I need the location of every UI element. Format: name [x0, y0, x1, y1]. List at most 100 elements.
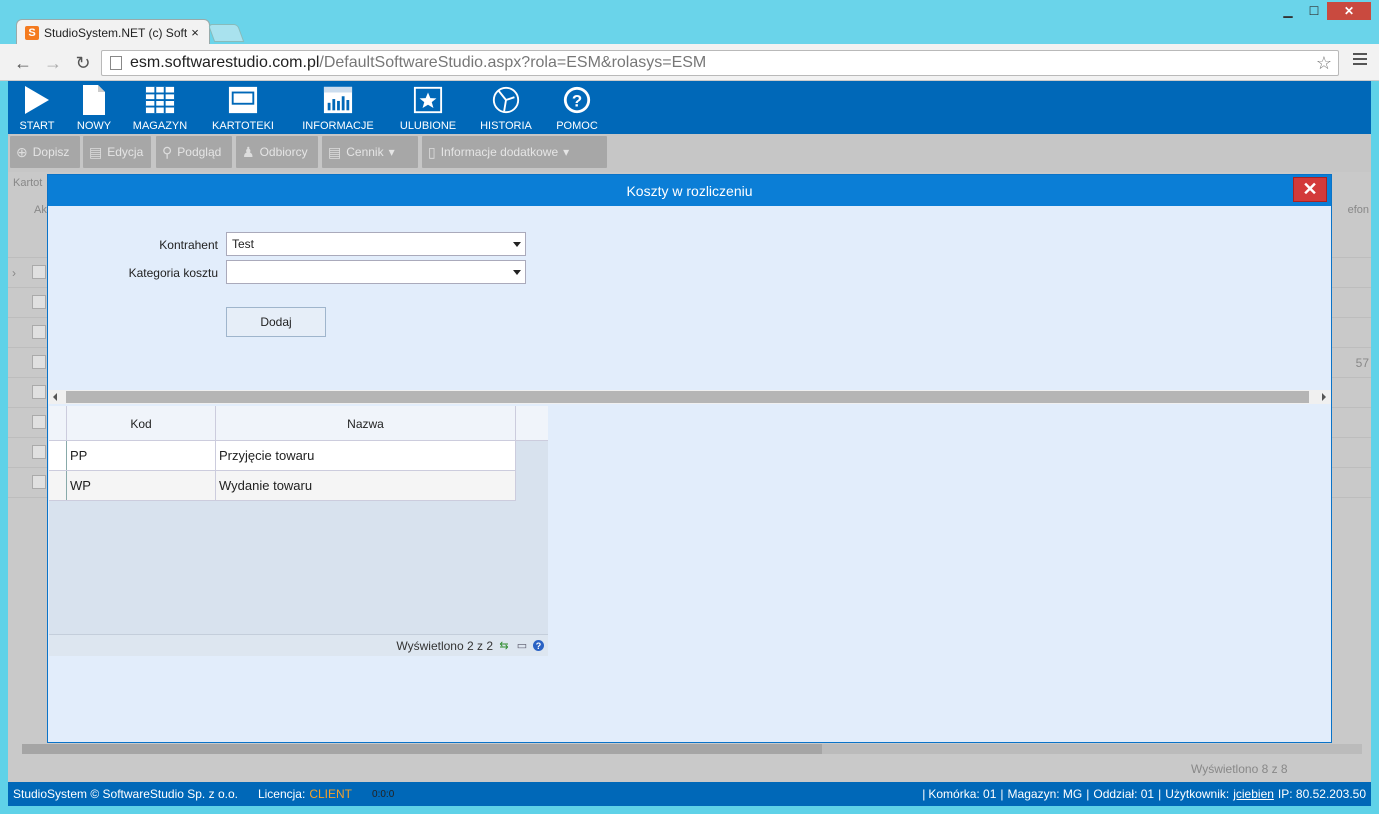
background-footer: Wyświetlono 8 z 8	[1191, 762, 1288, 776]
edycja-button[interactable]: ▤ Edycja	[83, 136, 151, 168]
plus-circle-icon: ⊕	[16, 143, 28, 160]
contractor-label: Kontrahent	[159, 238, 218, 252]
checkbox[interactable]	[32, 325, 46, 339]
document-icon	[79, 85, 109, 115]
license-label: Licencja:	[257, 787, 306, 801]
minimize-icon[interactable]: ▁	[1275, 2, 1301, 20]
table-row[interactable]: WP Wydanie towaru	[49, 471, 516, 501]
contractor-select[interactable]: Test	[226, 232, 526, 256]
nav-informacje[interactable]: INFORMACJE	[288, 81, 388, 134]
row-indicator	[49, 441, 67, 470]
forward-arrow-icon[interactable]: →	[42, 52, 64, 74]
podglad-label: Podgląd	[177, 145, 222, 159]
url-host: esm.softwarestudio.com.pl	[130, 54, 320, 71]
nav-kartoteki-label: KARTOTEKI	[212, 120, 274, 132]
dopisz-button[interactable]: ⊕ Dopisz	[10, 136, 80, 168]
nav-kartoteki[interactable]: KARTOTEKI	[198, 81, 288, 134]
info-button[interactable]: ▯ Informacje dodatkowe ▾	[422, 136, 607, 168]
dopisz-label: Dopisz	[32, 145, 70, 159]
bookmark-star-icon[interactable]: ☆	[1316, 53, 1332, 74]
maximize-icon[interactable]: ☐	[1301, 2, 1327, 20]
checkbox[interactable]	[32, 265, 46, 279]
category-select[interactable]	[226, 260, 526, 284]
checkbox[interactable]	[32, 295, 46, 309]
checkbox[interactable]	[32, 355, 46, 369]
cennik-button[interactable]: ▤ Cennik ▾	[322, 136, 418, 168]
status-bar: StudioSystem © SoftwareStudio Sp. z o.o.…	[8, 782, 1371, 806]
back-arrow-icon[interactable]: ←	[12, 52, 34, 74]
ip-info: IP: 80.52.203.50	[1277, 787, 1366, 801]
edit-icon: ▤	[89, 143, 103, 160]
nav-ulubione[interactable]: ULUBIONE	[388, 81, 468, 134]
checkbox[interactable]	[32, 445, 46, 459]
nav-start[interactable]: START	[8, 81, 66, 134]
nav-magazyn-label: MAGAZYN	[132, 120, 188, 132]
checkbox[interactable]	[32, 415, 46, 429]
browser-menu-icon[interactable]	[1353, 53, 1367, 67]
modal-close-button[interactable]: ✕	[1293, 177, 1327, 202]
grid-header-nazwa[interactable]: Nazwa	[216, 406, 516, 441]
nav-magazyn[interactable]: MAGAZYN	[122, 81, 198, 134]
window-controls: ▁ ☐ ✕	[1275, 2, 1371, 20]
time: 0:0:0	[372, 788, 395, 800]
person-icon: ♟	[242, 143, 255, 160]
reload-icon[interactable]: ↻	[72, 52, 94, 74]
refresh-icon[interactable]: ⇆	[497, 639, 511, 653]
app-toolbar: ⊕ Dopisz ▤ Edycja ⚲ Podgląd ♟ Odbiorcy ▤ Cenn…	[8, 134, 1371, 172]
help-icon[interactable]: ?	[533, 640, 544, 651]
scroll-thumb[interactable]	[66, 391, 1309, 403]
cell-nazwa: Przyjęcie towaru	[216, 441, 516, 470]
magnifier-icon: ⚲	[162, 143, 173, 160]
url-path: /DefaultSoftwareStudio.aspx?rola=ESM&rol…	[319, 54, 707, 71]
grid-count: Wyświetlono 2 z 2	[396, 638, 493, 653]
new-tab-button[interactable]	[207, 24, 245, 42]
grid-header-indicator	[49, 406, 67, 441]
browser-toolbar: ← → ↻ esm.softwarestudio.com.pl/DefaultS…	[0, 44, 1379, 81]
window-close-icon[interactable]: ✕	[1327, 2, 1371, 20]
grid-header: Kod Nazwa	[49, 406, 548, 441]
scroll-right-icon[interactable]	[1322, 393, 1326, 401]
nav-pomoc-label: POMOC	[556, 120, 598, 132]
horizontal-scrollbar[interactable]	[48, 390, 1331, 404]
nav-informacje-label: INFORMACJE	[302, 120, 374, 132]
copyright: StudioSystem © SoftwareStudio Sp. z o.o.	[13, 787, 238, 801]
costs-grid: Kod Nazwa PP Przyjęcie towaru WP Wydanie…	[49, 406, 548, 656]
list-icon: ▤	[328, 143, 342, 160]
cell-info: Komórka: 01	[928, 787, 997, 801]
svg-text:?: ?	[572, 92, 582, 111]
add-button[interactable]: Dodaj	[226, 307, 326, 337]
star-icon	[413, 85, 443, 115]
background-scrollbar[interactable]	[22, 744, 1362, 754]
chevron-down-icon	[513, 242, 521, 247]
contractor-value: Test	[232, 237, 255, 251]
license-value: CLIENT	[309, 787, 353, 801]
background-col-tel: efon	[1347, 204, 1369, 216]
browser-tab[interactable]: S StudioSystem.NET (c) Soft ×	[16, 19, 210, 45]
odbiorcy-button[interactable]: ♟ Odbiorcy	[236, 136, 318, 168]
chevron-down-icon: ▾	[388, 145, 395, 159]
nav-pomoc[interactable]: ? POMOC	[544, 81, 610, 134]
costs-modal: Koszty w rozliczeniu ✕ Kontrahent Test K…	[47, 174, 1332, 743]
nav-historia[interactable]: HISTORIA	[468, 81, 544, 134]
grid-header-kod[interactable]: Kod	[67, 406, 216, 441]
scroll-left-icon[interactable]	[53, 393, 57, 401]
history-icon	[491, 85, 521, 115]
nav-nowy[interactable]: NOWY	[66, 81, 122, 134]
tab-title: StudioSystem.NET (c) Soft	[44, 25, 187, 40]
tab-close-icon[interactable]: ×	[187, 25, 203, 40]
cennik-label: Cennik	[346, 145, 384, 159]
info-label: Informacje dodatkowe	[440, 145, 559, 159]
category-label: Kategoria kosztu	[128, 266, 218, 280]
chevron-down-icon: ▾	[563, 145, 570, 159]
table-row[interactable]: PP Przyjęcie towaru	[49, 441, 516, 471]
checkbox[interactable]	[32, 385, 46, 399]
user-label: Użytkownik:	[1165, 787, 1230, 801]
odbiorcy-label: Odbiorcy	[259, 145, 308, 159]
cell-kod: WP	[67, 471, 216, 500]
address-bar[interactable]: esm.softwarestudio.com.pl/DefaultSoftwar…	[101, 50, 1339, 76]
checkbox[interactable]	[32, 475, 46, 489]
podglad-button[interactable]: ⚲ Podgląd	[156, 136, 232, 168]
grid-footer: Wyświetlono 2 z 2 ⇆ ▭ ?	[49, 634, 548, 656]
user-link[interactable]: jciebien	[1233, 787, 1274, 801]
export-icon[interactable]: ▭	[515, 639, 529, 653]
